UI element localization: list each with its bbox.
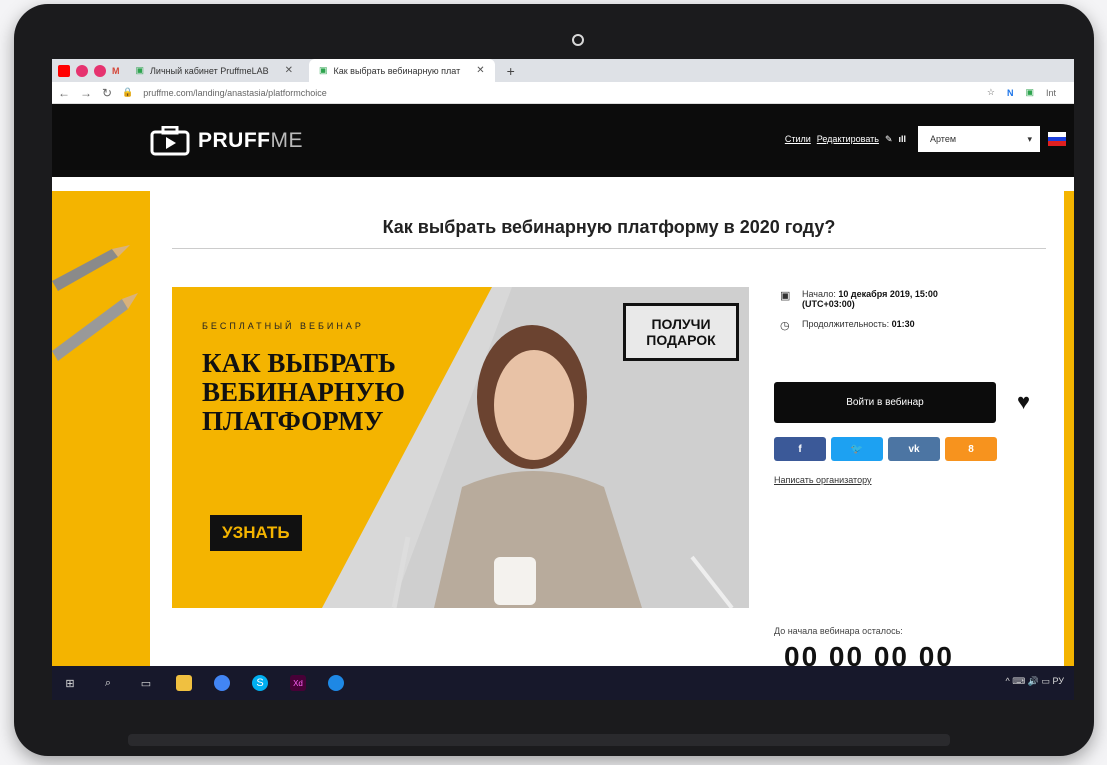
duration-value: 01:30 bbox=[891, 319, 915, 329]
lock-icon: 🔒 bbox=[122, 87, 134, 97]
pinned-tab-icon[interactable] bbox=[94, 64, 106, 77]
star-icon[interactable]: ☆ bbox=[987, 87, 995, 98]
twitter-share-button[interactable]: 🐦 bbox=[831, 437, 883, 461]
tab-label: Как выбрать вебинарную плат bbox=[333, 65, 461, 76]
forward-icon[interactable]: → bbox=[80, 86, 92, 100]
pencils-image bbox=[52, 245, 138, 361]
side-decoration-right bbox=[1064, 191, 1074, 668]
address-bar: ← → ↻ 🔒 pruffme.com/landing/anastasia/pl… bbox=[52, 82, 1074, 104]
gift-line-1: ПОЛУЧИ bbox=[651, 316, 711, 332]
logo-light: ME bbox=[270, 129, 303, 152]
system-tray[interactable]: ^ ⌨ 🔊 ▭ РУ bbox=[1006, 676, 1064, 687]
russian-flag-icon[interactable] bbox=[1048, 132, 1066, 147]
banner-learn-button[interactable]: УЗНАТЬ bbox=[210, 515, 302, 551]
countdown-label: До начала вебинара осталось: bbox=[774, 626, 903, 636]
write-organizer-link[interactable]: Написать организатору bbox=[774, 475, 872, 485]
tab-label: Личный кабинет PruffmeLAB bbox=[150, 65, 269, 76]
back-icon[interactable]: ← bbox=[58, 86, 70, 100]
tab-cabinet[interactable]: ▣ Личный кабинет PruffmeLAB ✕ bbox=[126, 59, 303, 82]
extensions-area: ☆ N ▣ Int bbox=[987, 87, 1068, 98]
gift-line-2: ПОДАРОК bbox=[646, 332, 716, 348]
site-header: PRUFFME Стили Редактировать ✎ ıll Артем … bbox=[52, 104, 1074, 177]
screen: M ▣ Личный кабинет PruffmeLAB ✕ ▣ Как вы… bbox=[52, 59, 1074, 700]
banner-kicker: БЕСПЛАТНЫЙ ВЕБИНАР bbox=[202, 321, 364, 331]
calendar-icon: ▣ bbox=[780, 290, 791, 302]
gmail-icon[interactable]: M bbox=[112, 66, 120, 76]
windows-taskbar: ⊞ ⌕ ▭ S Xd ^ ⌨ 🔊 ▭ РУ bbox=[52, 666, 1074, 700]
ok-share-button[interactable]: 8 bbox=[945, 437, 997, 461]
join-webinar-button[interactable]: Войти в вебинар bbox=[774, 382, 996, 423]
extension-text[interactable]: Int bbox=[1046, 88, 1056, 98]
webinar-info: ▣ Начало: 10 декабря 2019, 15:00 (UTC+03… bbox=[780, 289, 938, 342]
gift-badge[interactable]: ПОЛУЧИ ПОДАРОК bbox=[623, 303, 739, 361]
notion-extension-icon[interactable]: N bbox=[1007, 88, 1014, 98]
task-view-icon[interactable]: ▭ bbox=[138, 675, 154, 691]
styles-link[interactable]: Стили bbox=[785, 134, 811, 144]
pencil-icon[interactable]: ✎ bbox=[885, 134, 893, 145]
pruffme-favicon-icon: ▣ bbox=[318, 65, 328, 75]
url-field[interactable]: pruffme.com/landing/anastasia/platformch… bbox=[143, 88, 977, 98]
youtube-icon[interactable] bbox=[58, 64, 70, 77]
page-title: Как выбрать вебинарную платформу в 2020 … bbox=[382, 217, 836, 237]
title-divider bbox=[172, 248, 1046, 249]
pruffme-extension-icon[interactable]: ▣ bbox=[1025, 87, 1034, 98]
new-tab-button[interactable]: + bbox=[501, 63, 521, 79]
header-actions: Стили Редактировать ✎ ıll Артем ▾ bbox=[785, 126, 1066, 152]
app-icon[interactable] bbox=[328, 675, 344, 691]
clock-icon: ◷ bbox=[780, 320, 790, 332]
laptop-base bbox=[128, 734, 950, 746]
start-timezone: (UTC+03:00) bbox=[802, 299, 855, 309]
pinned-tab-icon[interactable] bbox=[76, 64, 88, 77]
facebook-share-button[interactable]: f bbox=[774, 437, 826, 461]
file-explorer-icon[interactable] bbox=[176, 675, 192, 691]
chevron-down-icon: ▾ bbox=[1027, 133, 1032, 144]
logo-bold: PRUFF bbox=[198, 129, 271, 152]
webinar-banner[interactable]: БЕСПЛАТНЫЙ ВЕБИНАР КАК ВЫБРАТЬ ВЕБИНАРНУ… bbox=[172, 287, 749, 608]
browser-tabbar: M ▣ Личный кабинет PruffmeLAB ✕ ▣ Как вы… bbox=[52, 59, 1074, 82]
pruffme-favicon-icon: ▣ bbox=[135, 65, 145, 75]
close-tab-icon[interactable]: ✕ bbox=[285, 65, 293, 76]
vk-share-button[interactable]: vk bbox=[888, 437, 940, 461]
windows-start-icon[interactable]: ⊞ bbox=[62, 675, 78, 691]
logo-icon bbox=[150, 126, 190, 156]
stats-icon[interactable]: ıll bbox=[898, 134, 906, 144]
close-tab-icon[interactable]: ✕ bbox=[476, 65, 484, 76]
edit-link[interactable]: Редактировать bbox=[817, 134, 879, 144]
side-decoration-left bbox=[52, 191, 150, 668]
tab-webinar[interactable]: ▣ Как выбрать вебинарную плат ✕ bbox=[308, 59, 495, 82]
user-select-value: Артем bbox=[930, 134, 957, 144]
duration-row: ◷ Продолжительность: 01:30 bbox=[780, 319, 938, 332]
adobe-xd-icon[interactable]: Xd bbox=[290, 675, 306, 691]
skype-icon[interactable]: S bbox=[252, 675, 268, 691]
duration-label: Продолжительность: bbox=[802, 319, 890, 329]
user-select[interactable]: Артем ▾ bbox=[918, 126, 1040, 152]
start-row: ▣ Начало: 10 декабря 2019, 15:00 (UTC+03… bbox=[780, 289, 938, 309]
social-share-buttons: f 🐦 vk 8 bbox=[774, 437, 997, 461]
reload-icon[interactable]: ↻ bbox=[102, 86, 112, 100]
logo-text: PRUFFME bbox=[198, 129, 303, 153]
heart-icon[interactable]: ♥ bbox=[1017, 389, 1030, 415]
banner-heading: КАК ВЫБРАТЬ ВЕБИНАРНУЮ ПЛАТФОРМУ bbox=[202, 348, 406, 436]
logo[interactable]: PRUFFME bbox=[150, 126, 303, 156]
camera-icon bbox=[572, 34, 584, 46]
start-value: 10 декабря 2019, 15:00 bbox=[838, 289, 938, 299]
search-icon[interactable]: ⌕ bbox=[100, 675, 116, 691]
start-label: Начало: bbox=[802, 289, 836, 299]
landing-page: Как выбрать вебинарную платформу в 2020 … bbox=[52, 191, 1074, 672]
chrome-icon[interactable] bbox=[214, 675, 230, 691]
